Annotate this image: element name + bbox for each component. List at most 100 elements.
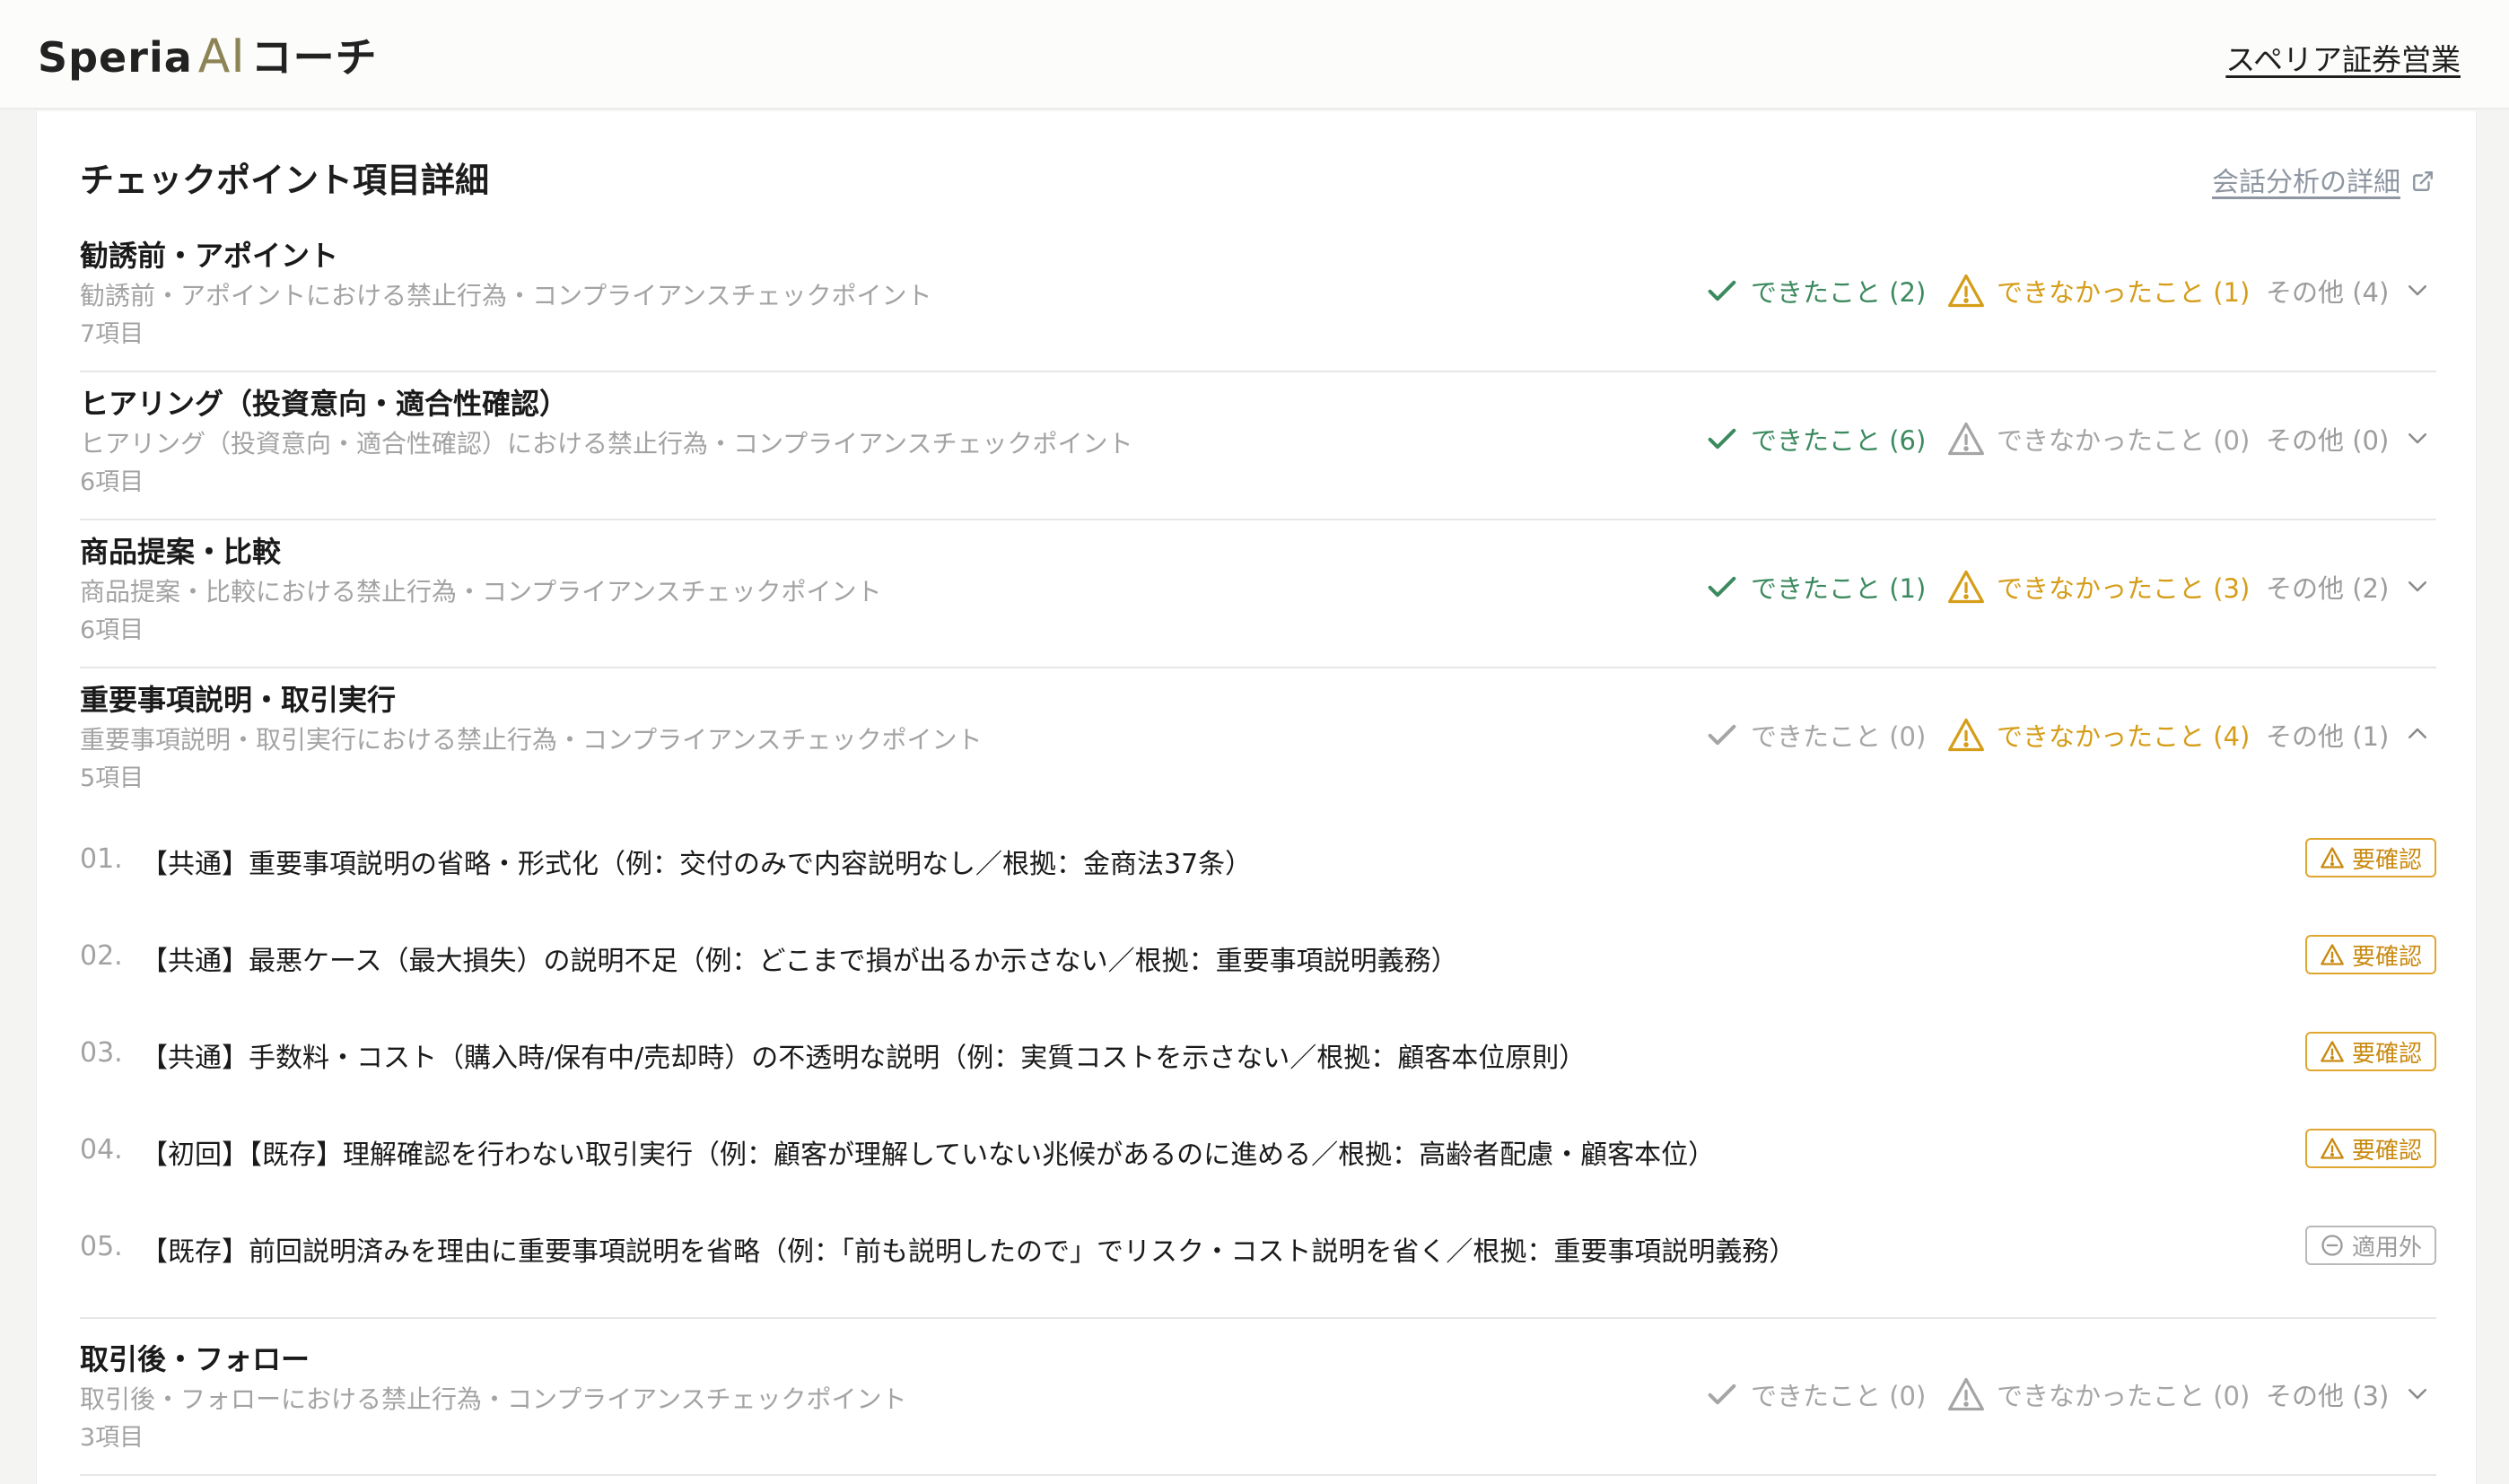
status-other: その他 (2) <box>2266 573 2390 604</box>
checkpoint-item: 03. 【共通】手数料・コスト（購入時/保有中/売却時）の不透明な説明（例：実質… <box>80 1030 2436 1084</box>
badge-label: 要確認 <box>2351 846 2422 874</box>
warning-icon <box>1948 718 1984 752</box>
status-done: できたこと (6) <box>1704 419 1926 458</box>
item-number: 03. <box>80 1037 123 1069</box>
check-icon <box>1708 724 1736 746</box>
section-name: 取引後・フォロー <box>80 1342 310 1376</box>
item-text: 【共通】手数料・コスト（購入時/保有中/売却時）の不透明な説明（例：実質コストを… <box>141 1043 1587 1074</box>
status-other: その他 (4) <box>2266 277 2390 308</box>
status-not-done: できなかったこと (0) <box>1946 419 2250 458</box>
check-icon <box>1708 280 1736 301</box>
badge-label: 要確認 <box>2351 1137 2422 1165</box>
logo-ai: AI <box>197 30 246 83</box>
needs-review-badge[interactable]: 要確認 <box>2304 838 2436 877</box>
status-not-done-label: できなかったこと (1) <box>1997 277 2251 308</box>
status-other: その他 (0) <box>2266 425 2390 456</box>
chevron-down-icon[interactable] <box>2404 424 2431 451</box>
warning-icon <box>1948 422 1984 456</box>
status-not-done-label: できなかったこと (4) <box>1997 721 2251 752</box>
item-number: 02. <box>80 940 123 972</box>
status-done: できたこと (0) <box>1704 1375 1926 1414</box>
checkpoint-item: 01. 【共通】重要事項説明の省略・形式化（例：交付のみで内容説明なし／根拠：金… <box>80 836 2436 890</box>
section-solicitation[interactable]: 勧誘前・アポイント 勧誘前・アポイントにおける禁止行為・コンプライアンスチェック… <box>80 224 2436 372</box>
needs-review-badge[interactable]: 要確認 <box>2304 935 2436 974</box>
badge-label: 適用外 <box>2351 1234 2422 1261</box>
section-desc: 取引後・フォローにおける禁止行為・コンプライアンスチェックポイント <box>80 1384 907 1414</box>
status-done-label: できたこと (0) <box>1751 1381 1927 1411</box>
needs-review-badge[interactable]: 要確認 <box>2304 1032 2436 1071</box>
checkpoint-item: 05. 【既存】前回説明済みを理由に重要事項説明を省略（例：「前も説明したので」… <box>80 1224 2436 1278</box>
warning-icon <box>2321 1041 2344 1062</box>
item-number: 05. <box>80 1231 123 1262</box>
item-number: 01. <box>80 843 123 875</box>
status-done: できたこと (1) <box>1704 567 1926 607</box>
status-done-label: できたこと (1) <box>1751 573 1927 604</box>
status-not-done-label: できなかったこと (0) <box>1997 425 2251 456</box>
section-desc: 重要事項説明・取引実行における禁止行為・コンプライアンスチェックポイント <box>80 725 983 755</box>
top-bar: Speria AI コーチ スペリア証券営業 <box>0 0 2509 109</box>
minus-circle-icon <box>2321 1235 2343 1256</box>
status-done-label: できたこと (2) <box>1751 277 1927 308</box>
conversation-analysis-link[interactable]: 会話分析の詳細 <box>2212 160 2435 199</box>
check-icon <box>1708 428 1736 450</box>
warning-icon <box>2321 847 2344 869</box>
logo-suffix: コーチ <box>250 33 378 82</box>
item-text: 【既存】前回説明済みを理由に重要事項説明を省略（例：「前も説明したので」でリスク… <box>141 1236 1797 1268</box>
section-count: 6項目 <box>80 468 144 496</box>
section-count: 5項目 <box>80 764 144 792</box>
item-text: 【共通】最悪ケース（最大損失）の説明不足（例：どこまで損が出るか示さない／根拠：… <box>141 946 1458 977</box>
badge-label: 要確認 <box>2351 943 2422 971</box>
warning-icon <box>1948 1377 1984 1411</box>
status-done-label: できたこと (6) <box>1751 425 1927 456</box>
chevron-down-icon[interactable] <box>2404 1380 2431 1407</box>
section-name: 重要事項説明・取引実行 <box>80 683 397 717</box>
checkpoint-card: チェックポイント項目詳細 会話分析の詳細 勧誘前・アポイント 勧誘前・アポイント… <box>36 111 2477 1484</box>
checkpoint-item: 04. 【初回】【既存】理解確認を行わない取引実行（例：顧客が理解していない兆候… <box>80 1127 2436 1181</box>
status-done-label: できたこと (0) <box>1751 721 1927 752</box>
section-hearing[interactable]: ヒアリング（投資意向・適合性確認） ヒアリング（投資意向・適合性確認）における禁… <box>80 372 2436 520</box>
section-name: 商品提案・比較 <box>80 535 282 569</box>
not-applicable-badge[interactable]: 適用外 <box>2304 1226 2436 1265</box>
needs-review-badge[interactable]: 要確認 <box>2304 1129 2436 1168</box>
check-icon <box>1708 1384 1736 1405</box>
status-done: できたこと (2) <box>1704 271 1926 310</box>
section-count: 7項目 <box>80 320 144 348</box>
status-not-done: できなかったこと (4) <box>1946 715 2250 755</box>
section-count: 6項目 <box>80 616 144 644</box>
chevron-down-icon[interactable] <box>2404 276 2431 303</box>
status-not-done-label: できなかったこと (3) <box>1997 573 2251 604</box>
external-link-icon <box>2413 171 2433 191</box>
chevron-down-icon[interactable] <box>2404 572 2431 599</box>
logo-prefix: Speria <box>38 33 193 82</box>
section-proposal[interactable]: 商品提案・比較 商品提案・比較における禁止行為・コンプライアンスチェックポイント… <box>80 520 2436 668</box>
section-count: 3項目 <box>80 1424 144 1452</box>
chevron-up-icon[interactable] <box>2404 720 2431 747</box>
status-done: できたこと (0) <box>1704 715 1926 755</box>
warning-icon <box>1948 570 1984 604</box>
firm-link[interactable]: スペリア証券営業 <box>2225 36 2461 79</box>
status-other: その他 (1) <box>2266 721 2390 752</box>
item-number: 04. <box>80 1134 123 1165</box>
section-desc: 勧誘前・アポイントにおける禁止行為・コンプライアンスチェックポイント <box>80 281 932 310</box>
status-not-done: できなかったこと (0) <box>1946 1375 2250 1414</box>
item-text: 【共通】重要事項説明の省略・形式化（例：交付のみで内容説明なし／根拠：金商法37… <box>141 849 1253 880</box>
checkpoint-item: 02. 【共通】最悪ケース（最大損失）の説明不足（例：どこまで損が出るか示さない… <box>80 933 2436 987</box>
section-name: 勧誘前・アポイント <box>80 239 339 273</box>
section-follow-up[interactable]: 取引後・フォロー 取引後・フォローにおける禁止行為・コンプライアンスチェックポイ… <box>80 1328 2436 1476</box>
check-icon <box>1708 576 1736 598</box>
warning-icon <box>1948 274 1984 308</box>
warning-icon <box>2321 1138 2344 1159</box>
status-not-done: できなかったこと (3) <box>1946 567 2250 607</box>
status-not-done: できなかったこと (1) <box>1946 271 2250 310</box>
status-not-done-label: できなかったこと (0) <box>1997 1381 2251 1411</box>
section-desc: ヒアリング（投資意向・適合性確認）における禁止行為・コンプライアンスチェックポイ… <box>80 429 1133 458</box>
conversation-analysis-link-label: 会話分析の詳細 <box>2212 167 2400 198</box>
badge-label: 要確認 <box>2351 1040 2422 1068</box>
warning-icon <box>2321 944 2344 965</box>
item-text: 【初回】【既存】理解確認を行わない取引実行（例：顧客が理解していない兆候があるの… <box>141 1139 1716 1171</box>
app-logo[interactable]: Speria AI コーチ <box>38 25 378 83</box>
section-desc: 商品提案・比較における禁止行為・コンプライアンスチェックポイント <box>80 577 882 607</box>
section-disclosure[interactable]: 重要事項説明・取引実行 重要事項説明・取引実行における禁止行為・コンプライアンス… <box>80 668 2436 812</box>
status-other: その他 (3) <box>2266 1381 2390 1411</box>
divider <box>80 1317 2436 1319</box>
